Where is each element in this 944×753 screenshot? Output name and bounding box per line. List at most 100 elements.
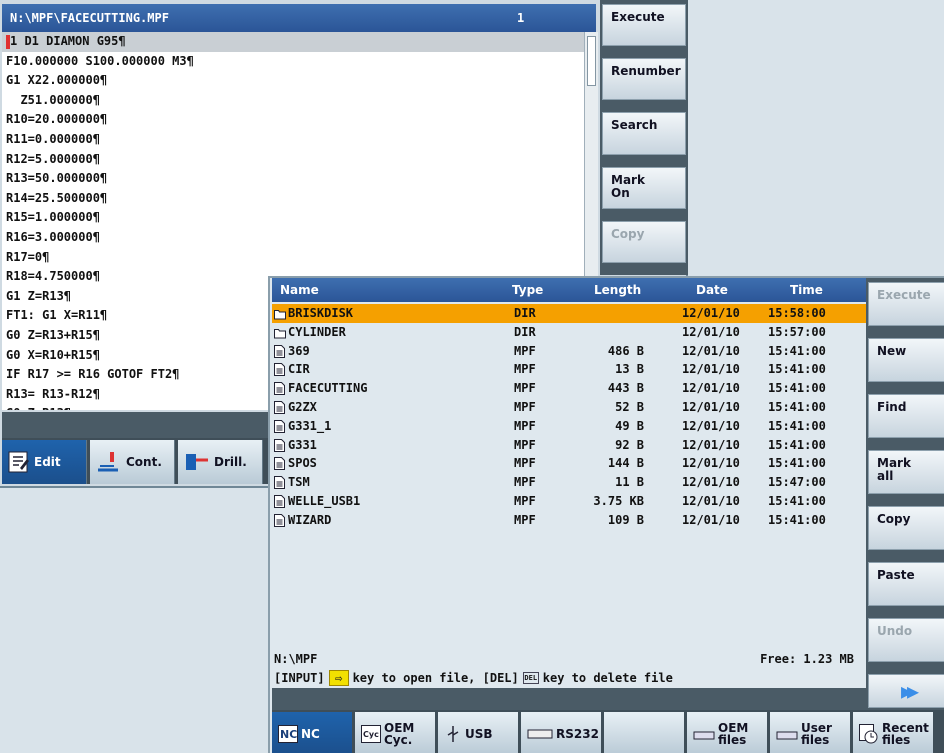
file-row[interactable]: G2ZX MPF 52 B 12/01/10 15:41:00 — [272, 398, 866, 417]
file-row[interactable]: CYLINDER DIR 12/01/10 15:57:00 — [272, 323, 866, 342]
code-line[interactable]: R10=20.000000¶ — [2, 110, 584, 130]
editor-line-indicator: 1 — [517, 11, 525, 25]
file-name: CYLINDER — [288, 324, 346, 339]
file-date: 12/01/10 — [682, 324, 740, 339]
undo-button[interactable]: Undo — [868, 618, 944, 662]
file-time: 15:41:00 — [768, 437, 826, 452]
file-time: 15:41:00 — [768, 362, 826, 377]
tab-contour[interactable]: Cont. — [90, 440, 175, 484]
fm-copy-button[interactable]: Copy — [868, 506, 944, 550]
code-line[interactable]: R11=0.000000¶ — [2, 130, 584, 150]
file-type: MPF — [514, 418, 536, 433]
file-row[interactable]: WIZARD MPF 109 B 12/01/10 15:41:00 — [272, 511, 866, 530]
file-list-header: Name Type Length Date Time — [272, 278, 866, 302]
file-row[interactable]: 369 MPF 486 B 12/01/10 15:41:00 — [272, 342, 866, 361]
execute-button[interactable]: Execute — [602, 4, 686, 47]
tab-edit[interactable]: Edit — [2, 440, 87, 484]
text-cursor — [6, 34, 10, 49]
renumber-button[interactable]: Renumber — [602, 58, 686, 101]
file-date: 12/01/10 — [682, 343, 740, 358]
code-line[interactable]: R15=1.000000¶ — [2, 208, 584, 228]
file-row[interactable]: SPOS MPF 144 B 12/01/10 15:41:00 — [272, 454, 866, 473]
file-row[interactable]: FACECUTTING MPF 443 B 12/01/10 15:41:00 — [272, 379, 866, 398]
tab-label: USB — [465, 726, 493, 741]
tab-oem-cyc[interactable]: Cyc OEM Cyc. — [355, 712, 435, 753]
file-horizontal-softkeys: NC NC Cyc OEM Cyc. USB RS232 OEM files User fil… — [272, 710, 944, 753]
tab-label: User files — [801, 720, 832, 747]
file-name: SPOS — [288, 456, 317, 471]
mark-on-button[interactable]: Mark On — [602, 166, 686, 209]
file-time: 15:47:00 — [768, 475, 826, 490]
editor-title-bar: N:\MPF\FACECUTTING.MPF 1 — [2, 4, 596, 32]
file-date: 12/01/10 — [682, 418, 740, 433]
file-icon — [274, 513, 285, 533]
tab-recent-files[interactable]: Recent files — [853, 712, 933, 753]
tab-drill[interactable]: Drill. — [178, 440, 263, 484]
file-row[interactable]: BRISKDISK DIR 12/01/10 15:58:00 — [272, 304, 866, 323]
code-line[interactable]: Z51.000000¶ — [2, 91, 584, 111]
code-line[interactable]: R16=3.000000¶ — [2, 228, 584, 248]
drive-icon — [693, 727, 715, 741]
paste-button[interactable]: Paste — [868, 562, 944, 606]
next-softkeys-button[interactable]: ▶▶ — [868, 674, 944, 708]
file-date: 12/01/10 — [682, 437, 740, 452]
column-length[interactable]: Length — [594, 283, 641, 297]
file-row[interactable]: TSM MPF 11 B 12/01/10 15:47:00 — [272, 473, 866, 492]
cyc-icon: Cyc — [361, 724, 381, 743]
file-name: WELLE_USB1 — [288, 493, 361, 508]
tab-nc[interactable]: NC NC — [272, 712, 352, 753]
file-name: G331 — [288, 437, 317, 452]
file-date: 12/01/10 — [682, 381, 740, 396]
free-space: Free: 1.23 MB — [760, 652, 854, 666]
file-name: G2ZX — [288, 399, 317, 414]
file-row[interactable]: G331_1 MPF 49 B 12/01/10 15:41:00 — [272, 417, 866, 436]
code-line[interactable]: F10.000000 S100.000000 M3¶ — [2, 52, 584, 72]
file-manager-window: Name Type Length Date Time BRISKDISK DIR 1… — [268, 276, 944, 753]
column-type[interactable]: Type — [512, 283, 543, 297]
code-line[interactable]: R17=0¶ — [2, 248, 584, 268]
file-time: 15:41:00 — [768, 456, 826, 471]
fm-execute-button[interactable]: Execute — [868, 282, 944, 326]
file-row[interactable]: G331 MPF 92 B 12/01/10 15:41:00 — [272, 436, 866, 455]
file-type: MPF — [514, 456, 536, 471]
drive-icon — [776, 727, 798, 741]
file-type: MPF — [514, 493, 536, 508]
file-name: TSM — [288, 475, 310, 490]
tab-usb[interactable]: USB — [438, 712, 518, 753]
file-vertical-softkeys: Execute New Find Mark all Copy Paste Und… — [866, 278, 944, 710]
tab-rs232[interactable]: RS232 — [521, 712, 601, 753]
code-line[interactable]: R14=25.500000¶ — [2, 189, 584, 209]
rs232-icon — [527, 728, 553, 740]
file-list: BRISKDISK DIR 12/01/10 15:58:00 CYLINDER DIR 1… — [272, 304, 866, 649]
code-line[interactable]: R13=50.000000¶ — [2, 169, 584, 189]
search-button[interactable]: Search — [602, 112, 686, 155]
copy-button[interactable]: Copy — [602, 220, 686, 264]
column-name[interactable]: Name — [280, 283, 319, 297]
mark-all-button[interactable]: Mark all — [868, 450, 944, 494]
tab-edit-label: Edit — [34, 455, 61, 469]
file-time: 15:41:00 — [768, 381, 826, 396]
file-date: 12/01/10 — [682, 493, 740, 508]
column-date[interactable]: Date — [696, 283, 728, 297]
file-date: 12/01/10 — [682, 399, 740, 414]
editor-vertical-softkeys: Execute Renumber Search Mark On Copy — [600, 0, 688, 275]
code-line[interactable]: 1 D1 DIAMON G95¶ — [2, 32, 584, 52]
tab-user-files[interactable]: User files — [770, 712, 850, 753]
file-status-bar — [272, 688, 866, 710]
tab-empty[interactable] — [604, 712, 684, 753]
scrollbar-thumb[interactable] — [587, 36, 596, 86]
svg-text:NC: NC — [280, 728, 297, 741]
find-button[interactable]: Find — [868, 394, 944, 438]
new-button[interactable]: New — [868, 338, 944, 382]
file-name: 369 — [288, 343, 310, 358]
hint-open: key to open file, [DEL] — [352, 671, 519, 685]
tab-oem-files[interactable]: OEM files — [687, 712, 767, 753]
input-key-icon: ⇨ — [328, 670, 349, 686]
path-text: N:\MPF — [274, 652, 318, 666]
code-line[interactable]: G1 X22.000000¶ — [2, 71, 584, 91]
file-row[interactable]: WELLE_USB1 MPF 3.75 KB 12/01/10 15:41:00 — [272, 492, 866, 511]
column-time[interactable]: Time — [790, 283, 823, 297]
file-time: 15:41:00 — [768, 512, 826, 527]
code-line[interactable]: R12=5.000000¶ — [2, 150, 584, 170]
file-row[interactable]: CIR MPF 13 B 12/01/10 15:41:00 — [272, 360, 866, 379]
